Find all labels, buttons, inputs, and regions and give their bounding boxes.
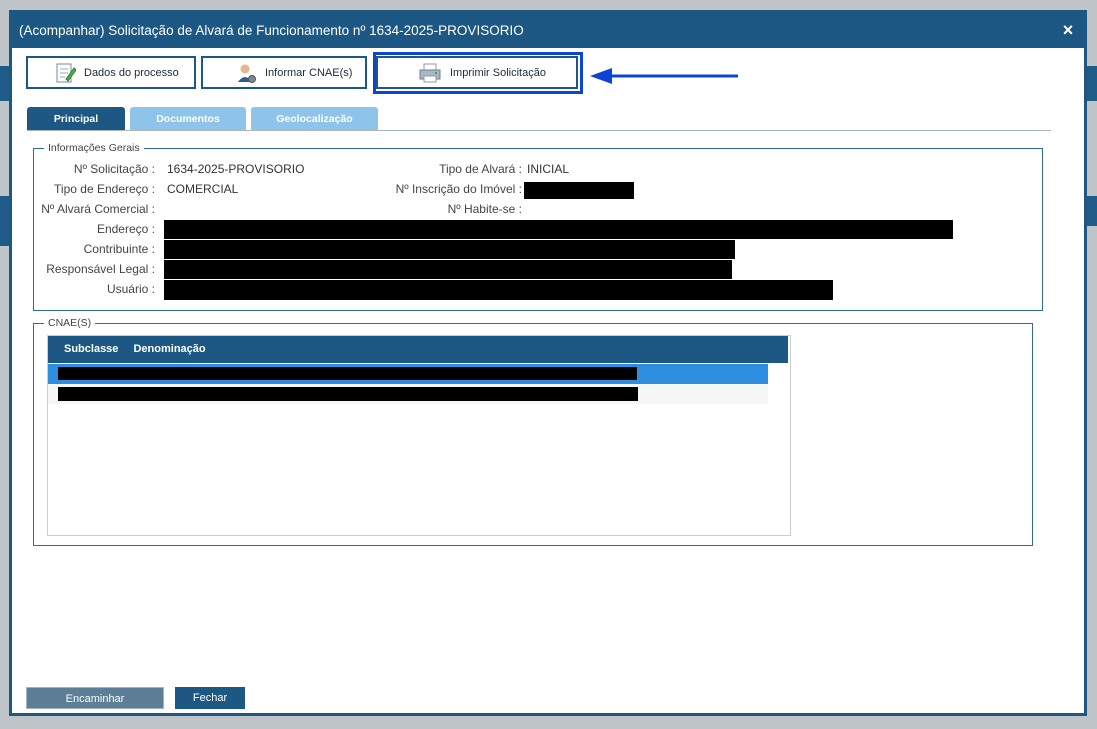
redacted-cnae-row	[58, 367, 637, 380]
contribuinte-label: Contribuinte :	[83, 242, 155, 256]
encaminhar-button[interactable]: Encaminhar	[26, 687, 164, 709]
cnae-table: Subclasse Denominação	[47, 335, 791, 536]
tipo-alvara-label: Tipo de Alvará :	[439, 162, 522, 176]
background-bar	[0, 196, 9, 246]
info-gerais-legend: Informações Gerais	[48, 142, 140, 154]
dados-processo-label: Dados do processo	[84, 66, 179, 79]
redacted-cnae-row	[58, 387, 638, 401]
tipo-endereco-value: COMERCIAL	[167, 182, 239, 196]
redacted-endereco	[164, 220, 953, 239]
tipo-alvara-value: INICIAL	[527, 162, 570, 176]
background-bar	[1087, 66, 1097, 101]
cnae-legend: CNAE(S)	[48, 317, 92, 329]
table-row[interactable]	[48, 384, 768, 404]
user-gear-icon	[238, 64, 256, 83]
background-bar	[1087, 196, 1097, 226]
cnae-table-header: Subclasse Denominação	[48, 336, 788, 363]
arrow-annotation	[590, 68, 738, 84]
endereco-label: Endereço :	[96, 222, 155, 236]
responsavel-legal-label: Responsável Legal :	[46, 262, 155, 276]
modal-titlebar: (Acompanhar) Solicitação de Alvará de Fu…	[12, 13, 1084, 48]
table-row[interactable]	[48, 364, 768, 384]
tab-geolocalizacao[interactable]: Geolocalização	[251, 107, 378, 131]
tab-divider	[27, 130, 1051, 131]
usuario-label: Usuário :	[106, 282, 155, 296]
informar-cnae-label: Informar CNAE(s)	[265, 66, 353, 79]
modal-title: (Acompanhar) Solicitação de Alvará de Fu…	[19, 23, 524, 38]
highlight-box	[373, 52, 583, 94]
dados-processo-button[interactable]: Dados do processo	[26, 56, 196, 89]
request-modal: (Acompanhar) Solicitação de Alvará de Fu…	[9, 10, 1087, 716]
redacted-contribuinte	[164, 240, 735, 259]
redacted-inscricao	[524, 182, 634, 199]
tab-principal[interactable]: Principal	[27, 107, 125, 131]
informar-cnae-button[interactable]: Informar CNAE(s)	[201, 56, 367, 89]
tipo-endereco-label: Tipo de Endereço :	[54, 182, 155, 196]
close-icon[interactable]: ×	[1058, 13, 1078, 48]
background-bar	[0, 66, 9, 101]
alvara-comercial-label: Nº Alvará Comercial :	[41, 202, 155, 216]
redacted-responsavel	[164, 260, 732, 279]
column-denominacao[interactable]: Denominação	[133, 343, 205, 355]
redacted-usuario	[164, 280, 833, 300]
inscricao-imovel-label: Nº Inscrição do Imóvel :	[395, 182, 522, 196]
habite-se-label: Nº Habite-se :	[447, 202, 522, 216]
fechar-button[interactable]: Fechar	[175, 687, 245, 709]
document-edit-icon	[56, 63, 76, 82]
n-solicitacao-value: 1634-2025-PROVISORIO	[167, 162, 305, 176]
n-solicitacao-label: Nº Solicitação :	[73, 162, 155, 176]
tab-documentos[interactable]: Documentos	[130, 107, 246, 131]
column-subclasse[interactable]: Subclasse	[64, 343, 118, 355]
